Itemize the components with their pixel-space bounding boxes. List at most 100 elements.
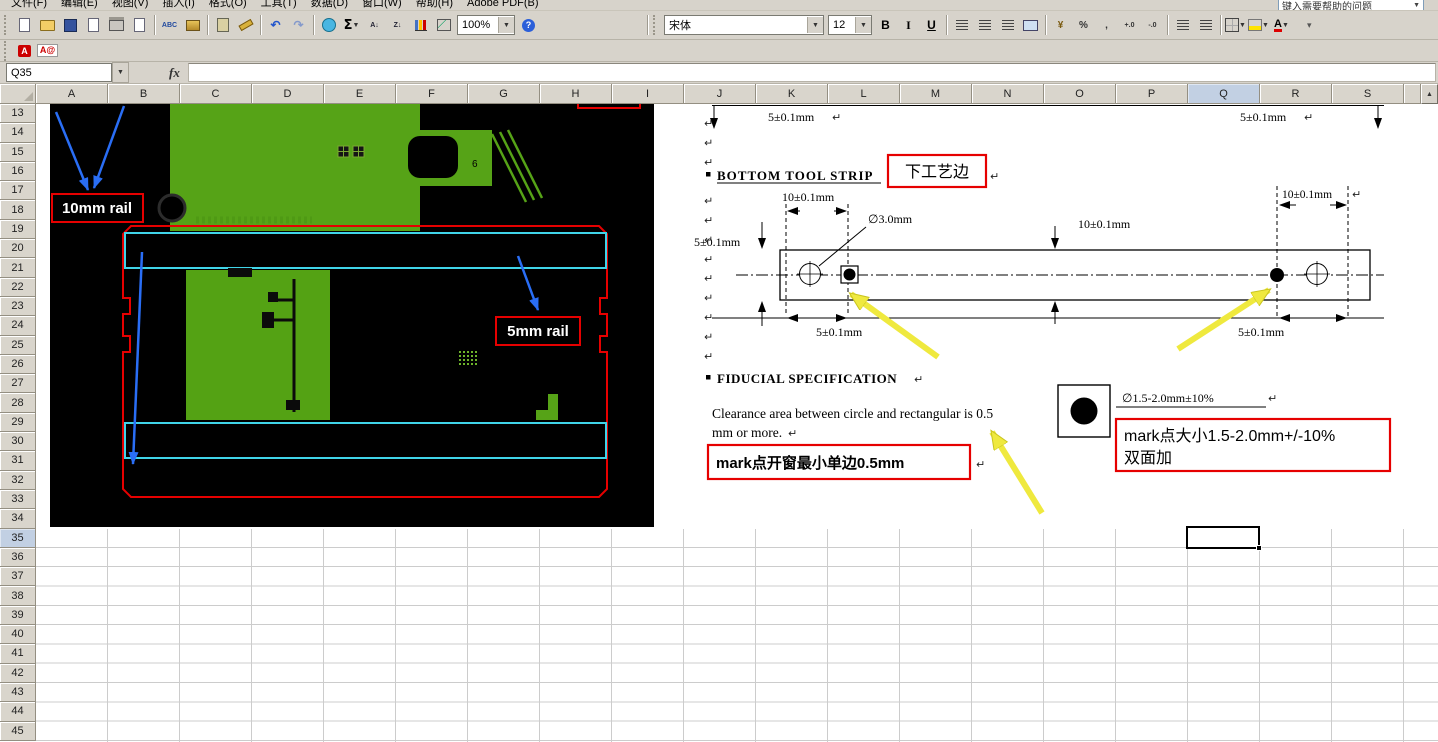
- menu-item[interactable]: 工具(T): [254, 0, 304, 10]
- row-header-18[interactable]: 18: [0, 200, 36, 220]
- row-header-13[interactable]: 13: [0, 104, 36, 124]
- spelling-button[interactable]: ABC: [158, 14, 181, 36]
- comma-button[interactable]: ,: [1095, 14, 1118, 36]
- row-header-38[interactable]: 38: [0, 586, 36, 606]
- zoom-combo[interactable]: 100% ▼: [457, 15, 515, 35]
- format-painter-button[interactable]: [234, 14, 257, 36]
- sort-ascending-button[interactable]: A↓: [363, 14, 386, 36]
- decrease-decimal-button[interactable]: -.0: [1141, 14, 1164, 36]
- font-size-combo[interactable]: 12 ▼: [828, 15, 872, 35]
- percent-button[interactable]: %: [1072, 14, 1095, 36]
- print-button[interactable]: [105, 14, 128, 36]
- chart-wizard-button[interactable]: [409, 14, 432, 36]
- insert-hyperlink-button[interactable]: [317, 14, 340, 36]
- drawing-button[interactable]: [432, 14, 455, 36]
- font-color-button[interactable]: A ▼: [1270, 14, 1293, 36]
- row-header-40[interactable]: 40: [0, 625, 36, 645]
- menu-item[interactable]: 帮助(H): [409, 0, 460, 10]
- sort-descending-button[interactable]: Z↓: [386, 14, 409, 36]
- menu-item[interactable]: 窗口(W): [355, 0, 409, 10]
- column-header-D[interactable]: D: [252, 84, 324, 104]
- increase-indent-button[interactable]: [1194, 14, 1217, 36]
- row-header-42[interactable]: 42: [0, 663, 36, 683]
- row-header-23[interactable]: 23: [0, 296, 36, 317]
- menu-item[interactable]: Adobe PDF(B): [460, 0, 546, 10]
- menu-item[interactable]: 视图(V): [105, 0, 156, 10]
- column-header-partial[interactable]: [1404, 84, 1421, 104]
- permission-button[interactable]: [82, 14, 105, 36]
- formula-input[interactable]: [187, 63, 1436, 82]
- row-header-31[interactable]: 31: [0, 451, 36, 471]
- row-header-21[interactable]: 21: [0, 258, 36, 278]
- align-right-button[interactable]: [996, 14, 1019, 36]
- paste-button[interactable]: [211, 14, 234, 36]
- row-header-19[interactable]: 19: [0, 219, 36, 240]
- column-header-I[interactable]: I: [612, 84, 684, 104]
- font-name-combo[interactable]: 宋体 ▼: [664, 15, 824, 35]
- column-header-L[interactable]: L: [828, 84, 900, 104]
- toolbar-drag-handle[interactable]: [4, 40, 11, 61]
- row-header-32[interactable]: 32: [0, 470, 36, 490]
- column-header-B[interactable]: B: [108, 84, 180, 104]
- save-button[interactable]: [59, 14, 82, 36]
- italic-button[interactable]: I: [897, 14, 920, 36]
- row-header-28[interactable]: 28: [0, 393, 36, 413]
- help-search-box[interactable]: 键入需要帮助的问题 ▼: [1278, 0, 1424, 10]
- align-left-button[interactable]: [950, 14, 973, 36]
- pdf-email-button[interactable]: A@: [36, 40, 59, 62]
- row-header-22[interactable]: 22: [0, 277, 36, 297]
- row-header-35[interactable]: 35: [0, 528, 36, 548]
- column-header-Q[interactable]: Q: [1188, 84, 1260, 104]
- row-header-26[interactable]: 26: [0, 354, 36, 375]
- row-header-34[interactable]: 34: [0, 509, 36, 529]
- decrease-indent-button[interactable]: [1171, 14, 1194, 36]
- fill-color-button[interactable]: ▼: [1247, 14, 1270, 36]
- row-header-37[interactable]: 37: [0, 567, 36, 587]
- column-header-K[interactable]: K: [756, 84, 828, 104]
- column-header-J[interactable]: J: [684, 84, 756, 104]
- column-header-G[interactable]: G: [468, 84, 540, 104]
- column-header-N[interactable]: N: [972, 84, 1044, 104]
- row-header-41[interactable]: 41: [0, 644, 36, 664]
- align-center-button[interactable]: [973, 14, 996, 36]
- row-header-36[interactable]: 36: [0, 547, 36, 568]
- embedded-picture[interactable]: 6 10mm rail 5mm rail 5±0.1mm 5±0.1mm BOT…: [36, 104, 1438, 529]
- pdf-convert-button[interactable]: A: [13, 40, 36, 62]
- row-header-29[interactable]: 29: [0, 412, 36, 433]
- menu-item[interactable]: 编辑(E): [54, 0, 105, 10]
- row-header-20[interactable]: 20: [0, 239, 36, 259]
- toolbar-drag-handle[interactable]: [653, 15, 660, 35]
- redo-button[interactable]: ↷: [287, 14, 310, 36]
- menu-item[interactable]: 文件(F): [4, 0, 54, 10]
- column-header-O[interactable]: O: [1044, 84, 1116, 104]
- row-header-45[interactable]: 45: [0, 721, 36, 741]
- column-header-M[interactable]: M: [900, 84, 972, 104]
- research-button[interactable]: [181, 14, 204, 36]
- increase-decimal-button[interactable]: +.0: [1118, 14, 1141, 36]
- help-button[interactable]: ?: [517, 14, 540, 36]
- select-all-corner[interactable]: [0, 84, 36, 104]
- name-box[interactable]: Q35: [6, 63, 112, 82]
- menu-item[interactable]: 插入(I): [155, 0, 201, 10]
- toolbar-drag-handle[interactable]: [4, 15, 11, 35]
- scroll-up-button[interactable]: ▲: [1421, 84, 1438, 104]
- row-header-15[interactable]: 15: [0, 142, 36, 162]
- print-preview-button[interactable]: [128, 14, 151, 36]
- column-header-C[interactable]: C: [180, 84, 252, 104]
- new-workbook-button[interactable]: [13, 14, 36, 36]
- row-header-39[interactable]: 39: [0, 605, 36, 626]
- row-header-25[interactable]: 25: [0, 335, 36, 355]
- column-header-H[interactable]: H: [540, 84, 612, 104]
- row-header-27[interactable]: 27: [0, 374, 36, 394]
- column-header-A[interactable]: A: [36, 84, 108, 104]
- row-header-33[interactable]: 33: [0, 489, 36, 510]
- column-header-F[interactable]: F: [396, 84, 468, 104]
- name-box-dropdown[interactable]: ▼: [112, 62, 129, 83]
- column-header-P[interactable]: P: [1116, 84, 1188, 104]
- column-header-R[interactable]: R: [1260, 84, 1332, 104]
- column-header-E[interactable]: E: [324, 84, 396, 104]
- currency-button[interactable]: ¥: [1049, 14, 1072, 36]
- row-header-16[interactable]: 16: [0, 161, 36, 182]
- row-header-44[interactable]: 44: [0, 702, 36, 722]
- underline-button[interactable]: U: [920, 14, 943, 36]
